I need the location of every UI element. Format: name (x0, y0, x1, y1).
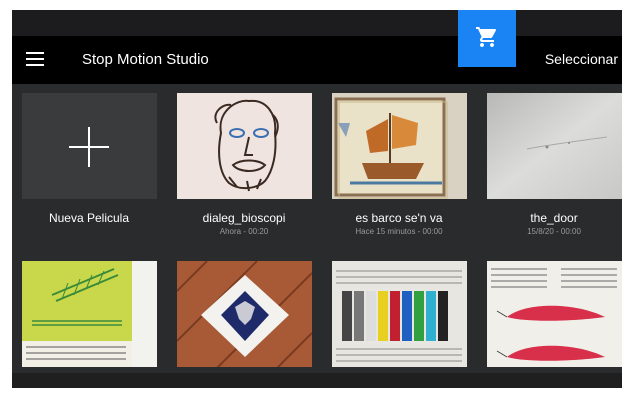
project-thumbnail[interactable] (487, 261, 622, 367)
project-meta: 15/8/20 - 00:00 (527, 227, 581, 236)
project-thumbnail[interactable] (177, 93, 312, 199)
app-title: Stop Motion Studio (82, 51, 209, 68)
status-bar (12, 10, 622, 36)
project-thumbnail[interactable] (22, 261, 157, 367)
project-title: es barco se'n va (355, 211, 443, 225)
bottom-strip (12, 373, 622, 388)
store-button[interactable] (458, 10, 516, 67)
project-title: Nueva Pelicula (48, 211, 130, 225)
airfoil-diagram-page-thumbnail (487, 261, 622, 367)
color-bars-page-thumbnail (332, 261, 467, 367)
project-thumbnail[interactable] (487, 93, 622, 199)
face-drawing-thumbnail (177, 93, 312, 199)
project-thumbnail[interactable] (332, 93, 467, 199)
project-meta: Ahora - 00:20 (219, 227, 269, 236)
white-wall-thumbnail (487, 93, 622, 199)
shopping-cart-icon (476, 27, 497, 47)
hamburger-menu-icon[interactable] (26, 52, 44, 66)
ship-tile-thumbnail (332, 93, 467, 199)
app-bar: Stop Motion Studio Seleccionar (12, 36, 622, 84)
project-title: dialeg_bioscopi (202, 211, 286, 225)
plus-icon (69, 127, 109, 167)
select-button[interactable]: Seleccionar (545, 51, 618, 67)
project-title: the_door (530, 211, 578, 225)
project-thumbnail[interactable] (177, 261, 312, 367)
app-screen: Stop Motion Studio Seleccionar Nueva Pel… (12, 10, 622, 388)
green-book-page-thumbnail (22, 261, 157, 367)
project-thumbnail[interactable] (332, 261, 467, 367)
project-meta: Hace 15 minutos - 00:00 (355, 227, 443, 236)
eagle-tile-thumbnail (177, 261, 312, 367)
new-movie-tile[interactable] (22, 93, 157, 199)
